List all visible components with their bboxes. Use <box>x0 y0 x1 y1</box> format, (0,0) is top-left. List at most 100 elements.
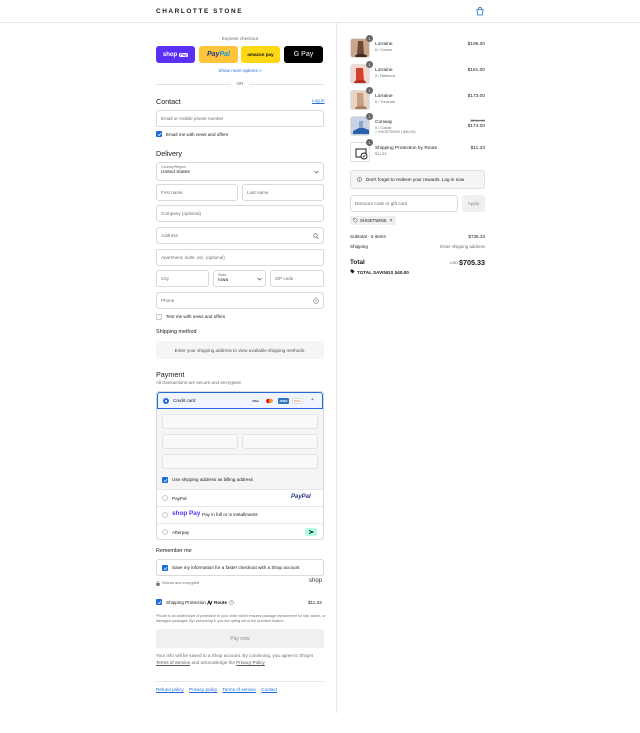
savings-tag-icon <box>350 269 355 274</box>
shipping-protection-checkbox[interactable] <box>156 599 162 605</box>
phone-placeholder: Phone <box>161 298 175 303</box>
footer-divider <box>156 681 324 682</box>
route-brand: Route <box>214 600 228 605</box>
state-select[interactable]: State Iowa <box>213 270 266 287</box>
shipping-method-notice: Enter your shipping address to view avai… <box>156 341 324 359</box>
credit-card-option[interactable]: Credit card VISA AMEX DISC + <box>157 392 323 409</box>
company-field[interactable]: Company (optional) <box>156 205 324 222</box>
terms-of-service-footer-link[interactable]: Terms of service <box>222 687 255 692</box>
afterpay-radio[interactable] <box>162 529 168 535</box>
remove-discount-icon[interactable]: × <box>390 218 393 224</box>
product-name: Lorraine <box>375 42 393 47</box>
pay-now-button[interactable]: Pay now <box>156 629 324 648</box>
name-on-card-field[interactable] <box>162 454 318 469</box>
check-icon <box>157 600 161 604</box>
apply-discount-button[interactable]: Apply <box>462 195 485 212</box>
info-icon <box>357 177 362 182</box>
shop-pay-installments-label: Pay in full or in installments <box>202 512 258 517</box>
more-cards-icon: + <box>311 397 314 403</box>
shop-pay-button[interactable]: shop Pay <box>156 46 195 63</box>
line-item: 1 Lorraine 6 / Cosmo $196.00 <box>350 35 485 62</box>
contact-link[interactable]: Contact <box>261 687 277 692</box>
product-name: Lorraine <box>375 68 393 73</box>
save-info-box[interactable]: Save my information for a faster checkou… <box>156 559 324 576</box>
privacy-policy-link[interactable]: Privacy Policy <box>236 660 265 665</box>
address-field[interactable]: Address <box>156 227 324 244</box>
legal-and: and acknowledge the <box>191 659 235 665</box>
country-select[interactable]: Country/Region United States <box>156 162 324 181</box>
login-link[interactable]: Log in <box>312 98 325 103</box>
security-code-field[interactable] <box>242 434 318 449</box>
paypal-logo-b: Pal <box>219 51 230 58</box>
discount-code-input[interactable]: Discount code or gift card <box>350 195 458 212</box>
line-item: 1 Lorraine 5 / Rebecca $181.00 <box>350 61 485 88</box>
product-name: Lorraine <box>375 94 393 99</box>
google-pay-button[interactable]: G Pay <box>284 46 323 63</box>
first-name-placeholder: First name <box>161 190 183 195</box>
total-savings-label: TOTAL SAVINGS <box>357 270 394 275</box>
phone-field[interactable]: Phone ? <box>156 292 324 309</box>
apartment-field[interactable]: Apartment, suite, etc. (optional) <box>156 249 324 266</box>
email-phone-field[interactable]: Email or mobile phone number <box>156 110 324 127</box>
billing-same-checkbox[interactable] <box>162 477 168 483</box>
product-name: Shipping Protection by Route <box>375 146 438 151</box>
secure-encrypted-text: Secure and encrypted <box>162 581 200 585</box>
product-variant: 6 / Treasure <box>375 100 396 104</box>
refund-policy-link[interactable]: Refund policy <box>156 687 184 692</box>
product-price: $174.00 <box>467 124 485 129</box>
product-variant: $11.33 <box>375 152 387 156</box>
afterpay-option[interactable]: Afterpay <box>157 523 323 540</box>
line-item: 1 Lorraine 6 / Treasure $173.00 <box>350 87 485 114</box>
or-divider: OR <box>156 81 324 87</box>
paypal-option[interactable]: PayPal PayPal <box>157 489 323 506</box>
first-name-field[interactable]: First name <box>156 184 238 201</box>
shop-pay-radio[interactable] <box>162 512 168 518</box>
expiration-field[interactable] <box>162 434 238 449</box>
quantity-badge: 1 <box>366 113 373 120</box>
shop-pay-installments-option[interactable]: shop Pay Pay in full or in installments <box>157 506 323 523</box>
country-value: United States <box>161 170 190 175</box>
last-name-field[interactable]: Last name <box>242 184 324 201</box>
shopping-bag-icon[interactable] <box>475 6 485 16</box>
legal-text: Your info will be saved to a Shop accoun… <box>156 653 326 666</box>
discover-icon: DISC <box>292 398 303 404</box>
paypal-button[interactable]: Pay Pal <box>199 46 238 63</box>
save-info-checkbox[interactable] <box>162 565 168 571</box>
text-news-label: Text me with news and offers <box>166 314 226 319</box>
card-number-field[interactable] <box>162 414 318 429</box>
brand-logo[interactable]: CHARLOTTE STONE <box>156 8 243 15</box>
check-icon <box>163 478 167 482</box>
total-value: $705.33 <box>459 258 485 267</box>
info-icon[interactable]: ? <box>229 600 234 605</box>
paypal-logo: PayPal <box>291 494 311 500</box>
package-protection-icon <box>355 148 368 160</box>
amazon-pay-button[interactable]: amazon pay <box>241 46 280 63</box>
paypal-radio[interactable] <box>162 495 168 501</box>
product-price: $196.00 <box>467 42 485 47</box>
rewards-notice[interactable]: Don't forget to redeem your rewards. Log… <box>350 170 485 189</box>
route-logo-icon <box>207 600 213 605</box>
save-info-label: Save my information for a faster checkou… <box>172 565 300 570</box>
privacy-policy-footer-link[interactable]: Privacy policy <box>189 687 217 692</box>
visa-icon: VISA <box>252 399 259 403</box>
city-field[interactable]: City <box>156 270 209 287</box>
shipping-protection-price: $11.33 <box>308 600 322 605</box>
email-news-label: Email me with news and offers <box>166 132 229 137</box>
amex-icon: AMEX <box>278 398 289 404</box>
email-news-checkbox[interactable] <box>156 131 162 137</box>
check-icon <box>163 566 167 570</box>
text-news-checkbox[interactable] <box>156 314 162 320</box>
page-header <box>0 0 640 23</box>
shop-logo: shop <box>309 578 323 584</box>
svg-text:?: ? <box>231 601 233 605</box>
show-more-options-link[interactable]: Show more options » <box>156 68 324 73</box>
shipping-method-notice-text: Enter your shipping address to view avai… <box>174 347 306 353</box>
credit-card-radio[interactable] <box>163 398 169 404</box>
help-icon[interactable]: ? <box>313 298 319 304</box>
zip-field[interactable]: ZIP code <box>270 270 324 287</box>
terms-of-service-link[interactable]: Terms of Service <box>156 660 190 665</box>
quantity-badge: 1 <box>366 61 373 68</box>
company-placeholder: Company (optional) <box>161 211 202 216</box>
chevron-down-icon <box>257 277 262 281</box>
remember-me-title: Remember me <box>156 548 192 554</box>
